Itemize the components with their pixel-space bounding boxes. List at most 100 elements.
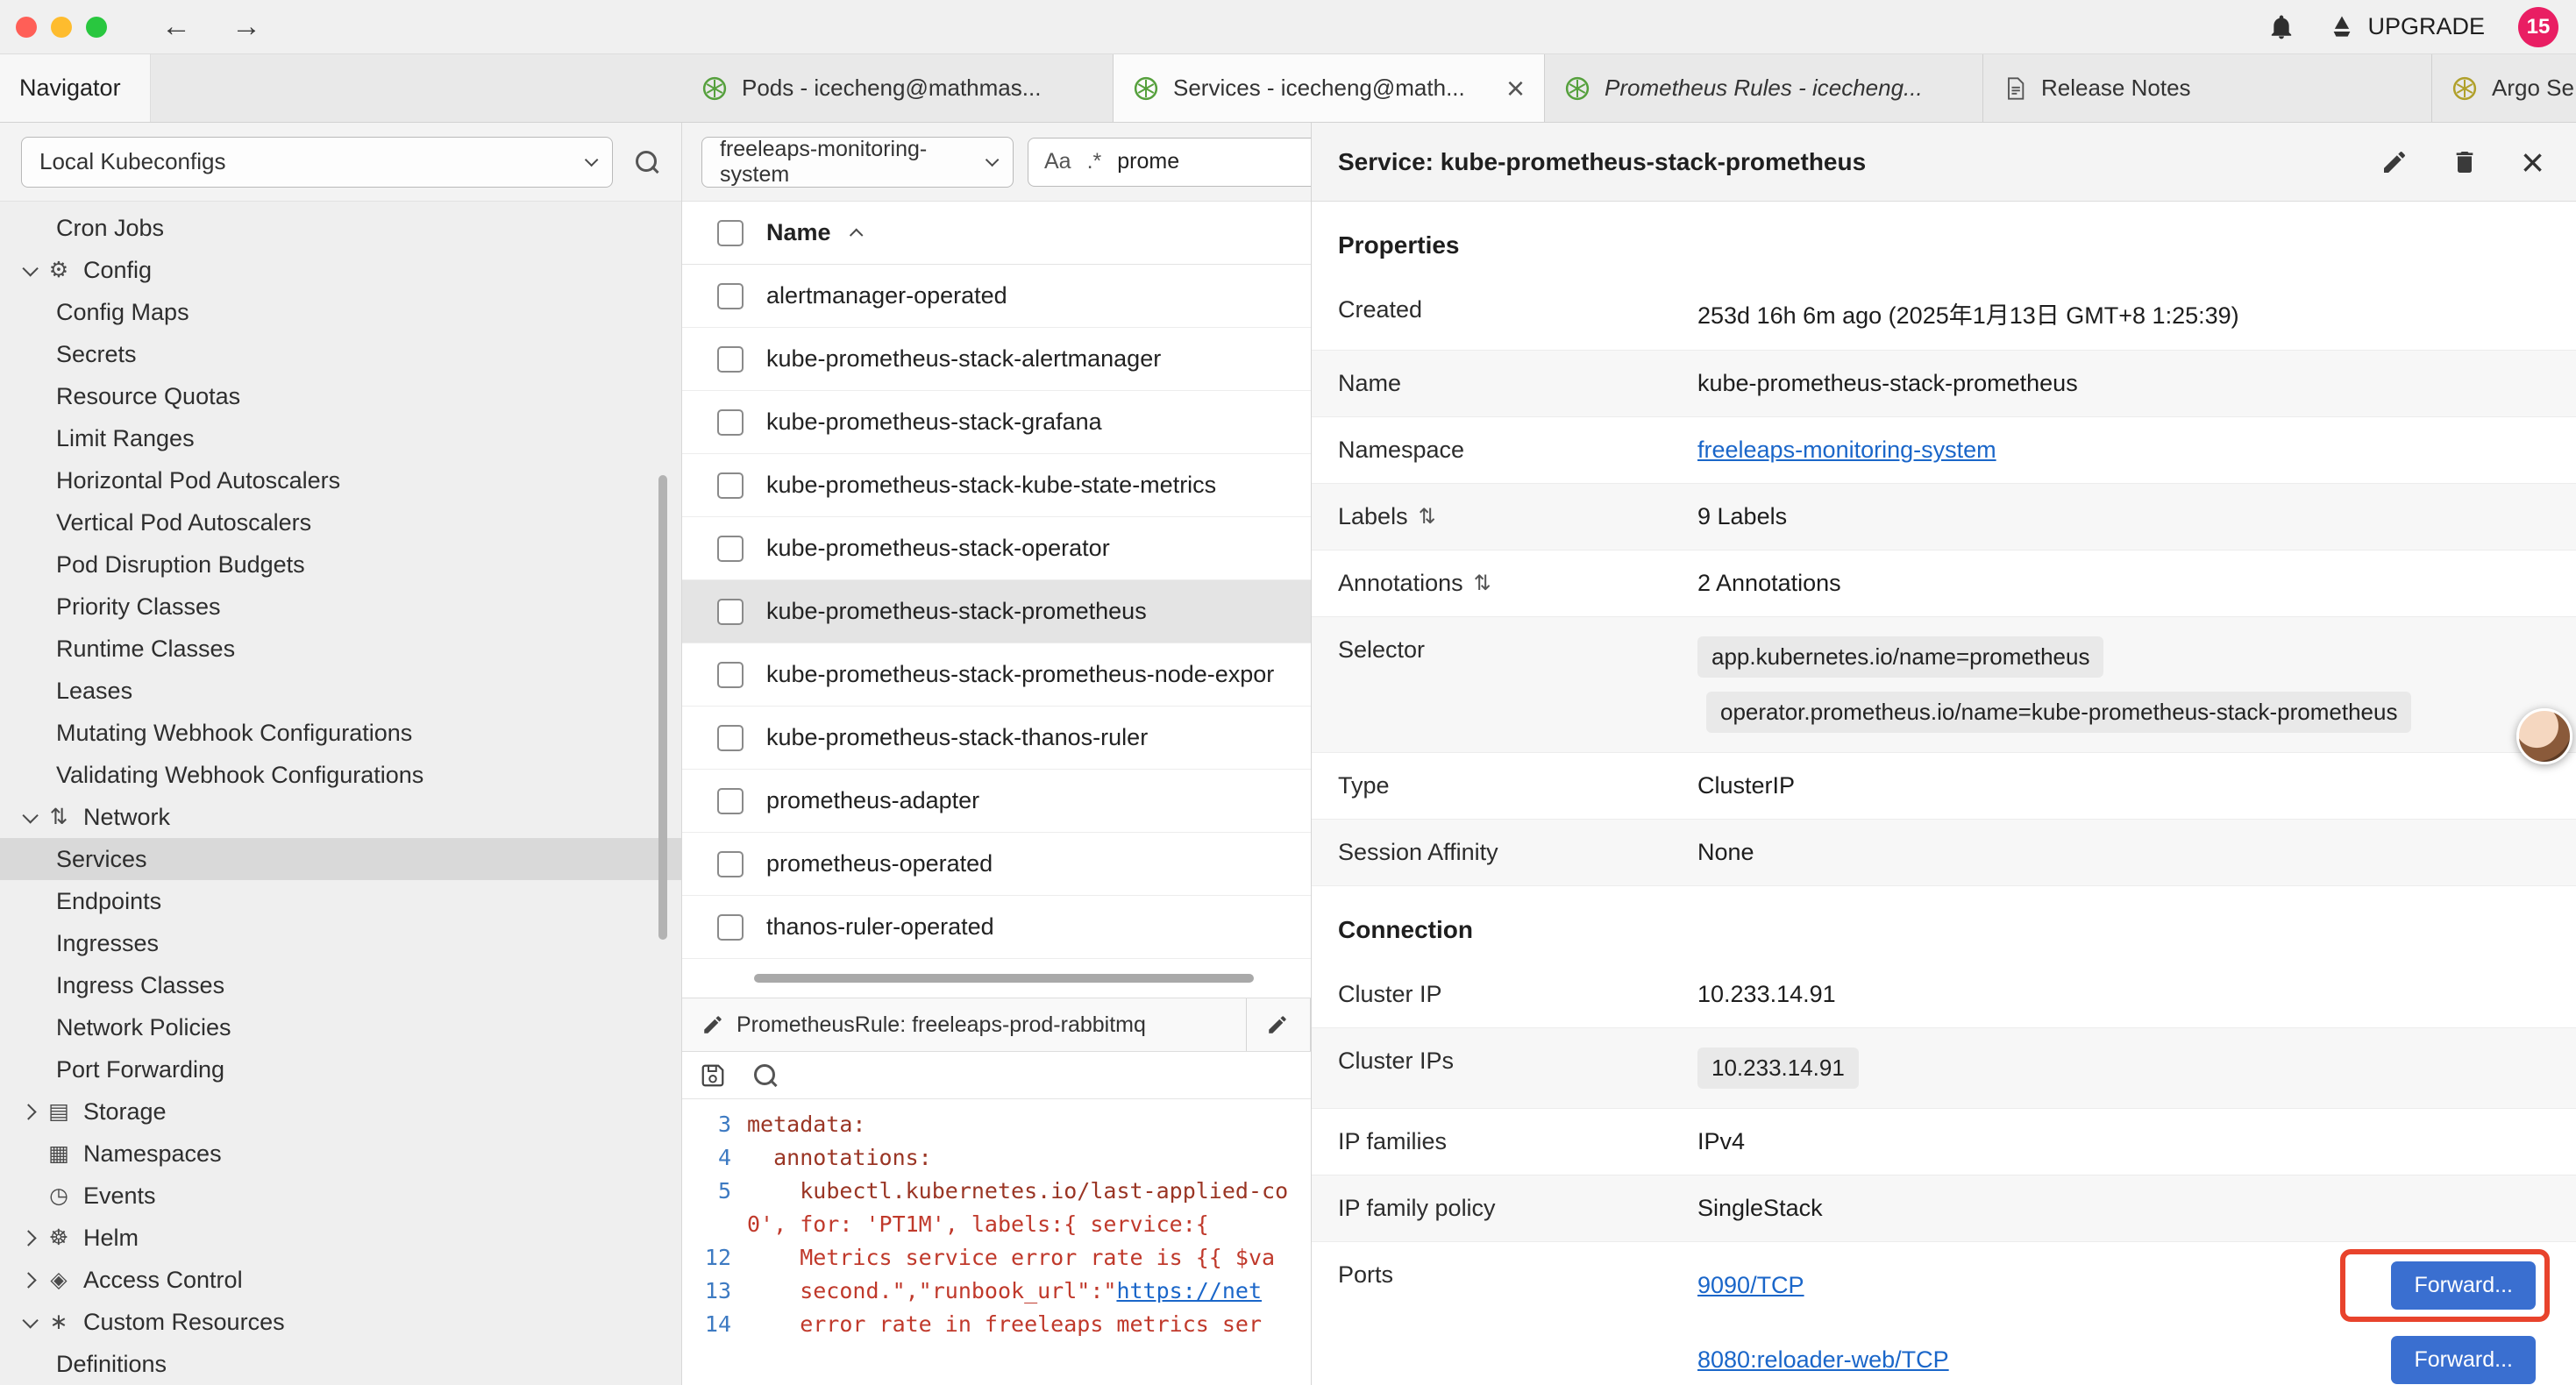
sidebar-item[interactable]: Secrets [0,333,681,375]
forward-button[interactable]: Forward... [2391,1336,2536,1384]
port-link[interactable]: 9090/TCP [1697,1272,1804,1299]
row-checkbox[interactable] [717,536,744,562]
service-row[interactable]: alertmanager-operated [682,265,1311,328]
property-value: 10.233.14.91 [1697,981,1836,1008]
sidebar-item[interactable]: Ingress Classes [0,964,681,1006]
sidebar-item[interactable]: Horizontal Pod Autoscalers [0,459,681,501]
service-row[interactable]: prometheus-operated [682,833,1311,896]
edit-icon[interactable] [2380,148,2409,176]
window-minimize-button[interactable] [51,17,72,38]
editor-tab-partial[interactable] [1247,998,1311,1051]
list-search-input[interactable]: Aa .* prome [1028,138,1311,187]
sidebar-item[interactable]: Network Policies [0,1006,681,1048]
search-icon[interactable] [634,149,660,175]
sidebar-item-label: Horizontal Pod Autoscalers [56,467,340,494]
property-row-annotations: Annotations ⇅ 2 Annotations [1312,550,2576,617]
select-all-checkbox[interactable] [717,220,744,246]
editor-tab-prometheusrule[interactable]: PrometheusRule: freeleaps-prod-rabbitmq [682,998,1247,1051]
close-tab-icon[interactable]: × [1506,73,1525,104]
service-row[interactable]: kube-prometheus-stack-prometheus [682,580,1311,643]
editor-search-icon[interactable] [752,1062,779,1089]
service-row[interactable]: kube-prometheus-stack-grafana [682,391,1311,454]
property-value: 253d 16h 6m ago (2025年1月13日 GMT+8 1:25:3… [1697,296,2239,330]
window-close-button[interactable] [16,17,37,38]
selector-badge: operator.prometheus.io/name=kube-prometh… [1706,692,2411,733]
upgrade-button[interactable]: UPGRADE [2329,13,2485,40]
forward-button[interactable]: → [231,10,261,44]
row-checkbox[interactable] [717,409,744,436]
assistant-avatar[interactable] [2516,708,2572,764]
forward-button[interactable]: Forward... [2391,1261,2536,1310]
expand-collapse-icon[interactable]: ⇅ [1474,571,1491,596]
row-checkbox[interactable] [717,662,744,688]
row-checkbox[interactable] [717,346,744,373]
namespace-filter[interactable]: freeleaps-monitoring-system [701,137,1014,188]
window-zoom-button[interactable] [86,17,107,38]
service-row[interactable]: kube-prometheus-stack-thanos-ruler [682,707,1311,770]
sidebar-item[interactable]: Leases [0,670,681,712]
tab-argo[interactable]: Argo Se [2432,54,2576,122]
sidebar-item[interactable]: Config Maps [0,291,681,333]
row-checkbox[interactable] [717,914,744,941]
sidebar-item[interactable]: Port Forwarding [0,1048,681,1090]
sidebar-item[interactable]: ▦ Namespaces [0,1133,681,1175]
sidebar-item[interactable]: ∗ Custom Resources [0,1301,681,1343]
sidebar-item[interactable]: ◈ Access Control [0,1259,681,1301]
service-row[interactable]: thanos-ruler-operated [682,896,1311,959]
delete-icon[interactable] [2451,148,2479,176]
kubeconfig-selector[interactable]: Local Kubeconfigs [21,137,613,188]
tab-prometheus-rules[interactable]: Prometheus Rules - icecheng... [1545,54,1983,122]
horizontal-scrollbar-thumb[interactable] [754,974,1254,983]
row-checkbox[interactable] [717,472,744,499]
sidebar-item[interactable]: Services [0,838,681,880]
expand-collapse-icon[interactable]: ⇅ [1419,504,1436,529]
port-link[interactable]: 8080:reloader-web/TCP [1697,1346,1949,1374]
sidebar-item[interactable]: Validating Webhook Configurations [0,754,681,796]
service-row[interactable]: kube-prometheus-stack-alertmanager [682,328,1311,391]
back-button[interactable]: ← [161,10,191,44]
property-row-type: Type ClusterIP [1312,753,2576,820]
row-checkbox[interactable] [717,851,744,877]
row-checkbox[interactable] [717,725,744,751]
tab-services[interactable]: Services - icecheng@math... × [1114,54,1545,122]
sidebar-item[interactable]: ☸ Helm [0,1217,681,1259]
sidebar-item[interactable]: Runtime Classes [0,628,681,670]
upgrade-icon [2329,14,2355,40]
yaml-editor[interactable]: 3metadata:4 annotations:5 kubectl.kubern… [682,1099,1311,1385]
notifications-bell-icon[interactable] [2267,13,2295,41]
tab-pods[interactable]: Pods - icecheng@mathmas... [682,54,1114,122]
notification-count-badge[interactable]: 15 [2518,7,2558,47]
regex-toggle[interactable]: .* [1087,149,1102,174]
name-column-header[interactable]: Name [766,219,831,246]
sidebar-item[interactable]: Mutating Webhook Configurations [0,712,681,754]
sidebar-item[interactable]: Priority Classes [0,586,681,628]
sidebar-item[interactable]: Resource Quotas [0,375,681,417]
service-detail-panel: Service: kube-prometheus-stack-prometheu… [1312,123,2576,1385]
navigator-panel-tab[interactable]: Navigator [0,54,151,122]
row-checkbox[interactable] [717,283,744,309]
sidebar-item[interactable]: ◷ Events [0,1175,681,1217]
sidebar-item[interactable]: Pod Disruption Budgets [0,543,681,586]
close-icon[interactable]: × [2521,142,2544,182]
sidebar-item[interactable]: Vertical Pod Autoscalers [0,501,681,543]
sidebar-item[interactable]: ⚙ Config [0,249,681,291]
save-icon[interactable] [700,1062,726,1089]
sidebar-item[interactable]: Definitions [0,1343,681,1385]
sidebar-item[interactable]: ▤ Storage [0,1090,681,1133]
service-row[interactable]: prometheus-adapter [682,770,1311,833]
match-case-toggle[interactable]: Aa [1044,149,1071,174]
tab-release-notes[interactable]: Release Notes [1983,54,2432,122]
row-checkbox[interactable] [717,788,744,814]
sidebar-item[interactable]: Endpoints [0,880,681,922]
namespace-link[interactable]: freeleaps-monitoring-system [1697,437,1996,464]
service-row[interactable]: kube-prometheus-stack-prometheus-node-ex… [682,643,1311,707]
sidebar-scrollbar[interactable] [658,475,667,940]
sidebar-item[interactable]: Cron Jobs [0,207,681,249]
service-row[interactable]: kube-prometheus-stack-operator [682,517,1311,580]
sort-ascending-icon[interactable] [849,229,863,243]
service-row[interactable]: kube-prometheus-stack-kube-state-metrics [682,454,1311,517]
sidebar-item[interactable]: ⇅ Network [0,796,681,838]
row-checkbox[interactable] [717,599,744,625]
sidebar-item[interactable]: Ingresses [0,922,681,964]
sidebar-item[interactable]: Limit Ranges [0,417,681,459]
